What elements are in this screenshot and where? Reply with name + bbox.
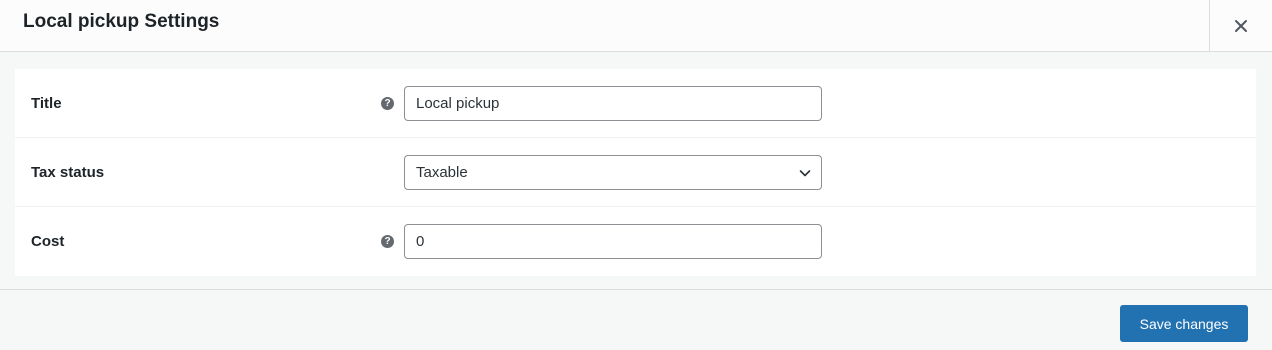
cost-label: Cost [31,233,65,250]
tax-status-label: Tax status [31,164,105,181]
tax-status-select[interactable]: Taxable [404,155,822,190]
close-icon [1235,20,1247,32]
close-button[interactable] [1209,0,1272,52]
tax-status-row: Tax status Taxable [15,138,1256,207]
settings-form: Title ? Tax status Taxable Cost ? [15,69,1256,276]
modal-footer: Save changes [0,289,1272,350]
tax-status-selected-value: Taxable [416,164,468,181]
help-icon[interactable]: ? [381,97,394,110]
local-pickup-settings-modal: Local pickup Settings Title ? Tax status… [0,0,1272,350]
title-row: Title ? [15,69,1256,138]
help-icon[interactable]: ? [381,235,394,248]
cost-row: Cost ? [15,207,1256,276]
modal-title: Local pickup Settings [23,11,220,32]
cost-input[interactable] [404,224,822,259]
modal-header: Local pickup Settings [0,0,1272,52]
title-label: Title [31,95,62,112]
title-input[interactable] [404,86,822,121]
save-changes-button[interactable]: Save changes [1120,305,1248,342]
chevron-down-icon [799,170,811,177]
